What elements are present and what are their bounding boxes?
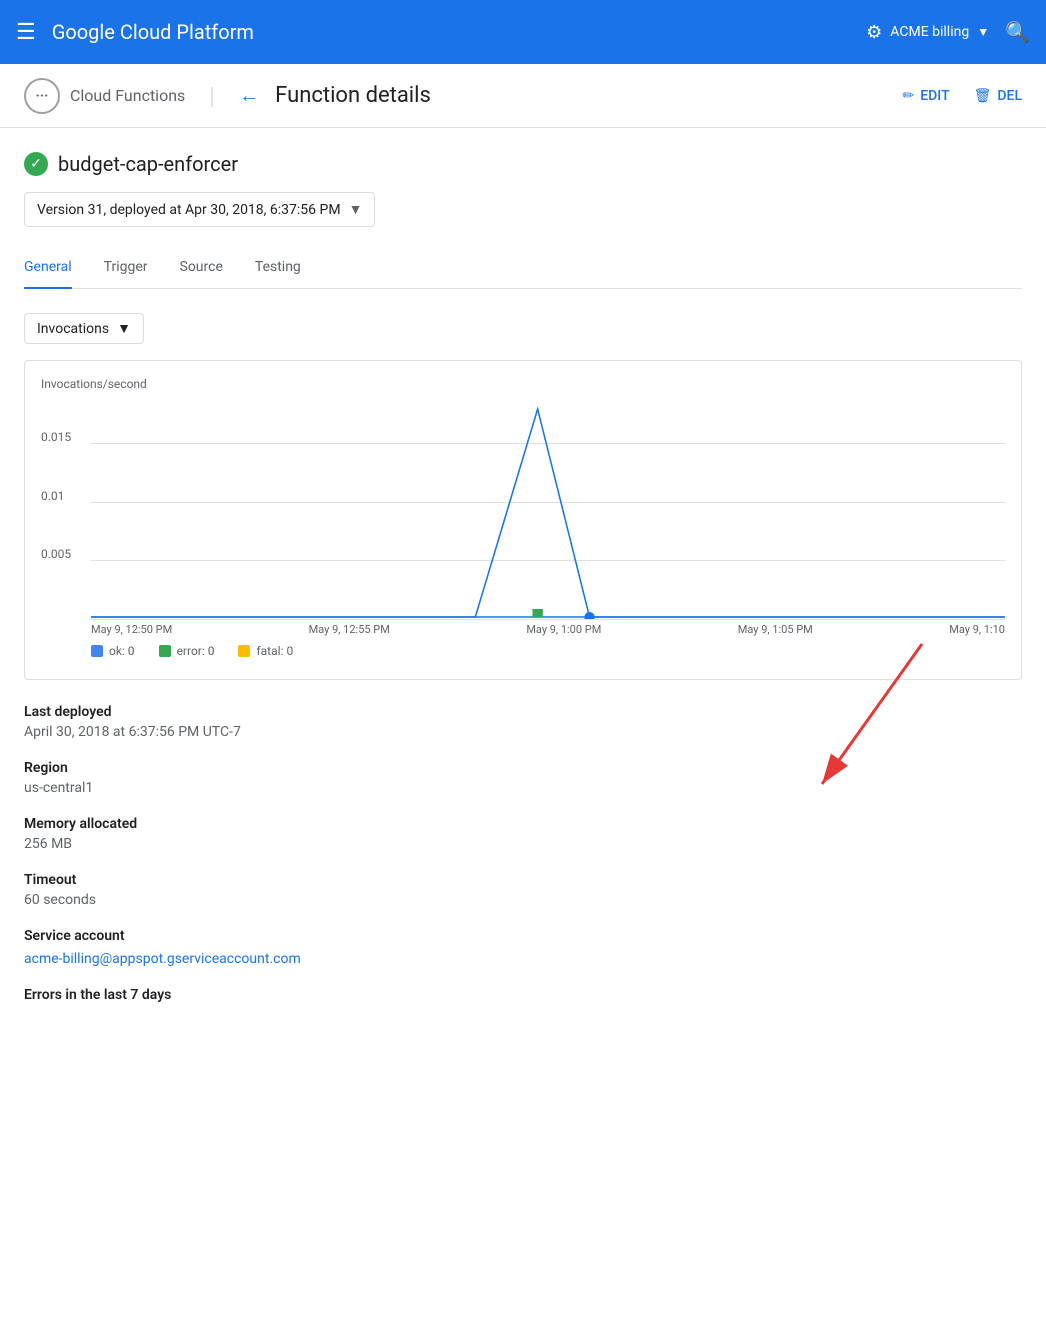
grid-line-0 [91, 619, 1005, 620]
edit-button[interactable]: ✏ EDIT [903, 88, 950, 104]
x-label-4: May 9, 1:05 PM [738, 623, 813, 636]
logo-icon: ··· [24, 78, 60, 114]
legend-fatal: fatal: 0 [238, 644, 293, 658]
x-label-3: May 9, 1:00 PM [526, 623, 601, 636]
service-account-item: Service account acme-billing@appspot.gse… [24, 928, 1022, 967]
tab-trigger[interactable]: Trigger [104, 247, 148, 289]
x-label-5: May 9, 1:10 [949, 623, 1005, 636]
breadcrumb-actions: ✏ EDIT 🗑 DEL [903, 88, 1022, 104]
last-deployed-item: Last deployed April 30, 2018 at 6:37:56 … [24, 704, 1022, 740]
chart-legend: ok: 0 error: 0 fatal: 0 [91, 644, 1005, 658]
metric-dropdown[interactable]: Invocations ▼ [24, 313, 144, 344]
legend-error-dot [159, 645, 171, 657]
edit-label: EDIT [920, 88, 949, 104]
chart-svg [91, 399, 1005, 619]
version-dropdown[interactable]: Version 31, deployed at Apr 30, 2018, 6:… [24, 192, 375, 227]
tab-general[interactable]: General [24, 247, 72, 289]
service-account-link[interactable]: acme-billing@appspot.gserviceaccount.com [24, 951, 301, 967]
grid-label-015: 0.015 [41, 430, 71, 444]
version-text: Version 31, deployed at Apr 30, 2018, 6:… [37, 202, 341, 218]
region-item: Region us-central1 [24, 760, 1022, 796]
service-name: Cloud Functions [70, 86, 185, 105]
errors-item: Errors in the last 7 days [24, 987, 1022, 1003]
delete-label: DEL [997, 88, 1022, 104]
memory-value: 256 MB [24, 836, 1022, 852]
breadcrumb-bar: ··· Cloud Functions | ← Function details… [0, 64, 1046, 128]
chart-area: 0.015 0.01 0.005 [91, 399, 1005, 619]
grid-label-005: 0.005 [41, 547, 71, 561]
memory-label: Memory allocated [24, 816, 1022, 832]
back-button[interactable]: ← [239, 83, 259, 108]
info-section: Last deployed April 30, 2018 at 6:37:56 … [24, 704, 1022, 1003]
timeout-item: Timeout 60 seconds [24, 872, 1022, 908]
service-logo: ··· Cloud Functions [24, 78, 185, 114]
legend-ok-label: ok: 0 [109, 644, 135, 658]
legend-ok-dot [91, 645, 103, 657]
x-label-2: May 9, 12:55 PM [309, 623, 390, 636]
service-account-label: Service account [24, 928, 1022, 944]
page-title: Function details [275, 83, 431, 108]
tab-testing[interactable]: Testing [255, 247, 301, 289]
chevron-down-icon: ▼ [977, 25, 989, 39]
timeout-label: Timeout [24, 872, 1022, 888]
region-value: us-central1 [24, 780, 1022, 796]
project-icon: ⚙ [866, 22, 882, 43]
legend-ok: ok: 0 [91, 644, 135, 658]
region-label: Region [24, 760, 1022, 776]
top-navigation: ☰ Google Cloud Platform ⚙ ACME billing ▼… [0, 0, 1046, 64]
memory-item: Memory allocated 256 MB [24, 816, 1022, 852]
grid-label-01: 0.01 [41, 489, 64, 503]
function-name: budget-cap-enforcer [58, 152, 238, 176]
status-indicator: ✓ [24, 152, 48, 176]
tabs-bar: General Trigger Source Testing [24, 247, 1022, 289]
x-label-1: May 9, 12:50 PM [91, 623, 172, 636]
legend-fatal-label: fatal: 0 [256, 644, 293, 658]
errors-label: Errors in the last 7 days [24, 987, 1022, 1003]
chart-container: Invocations/second 0.015 0.01 0.005 [24, 360, 1022, 680]
metric-chevron-icon: ▼ [117, 320, 131, 337]
hamburger-menu-icon[interactable]: ☰ [16, 20, 36, 45]
legend-fatal-dot [238, 645, 250, 657]
last-deployed-value: April 30, 2018 at 6:37:56 PM UTC-7 [24, 724, 1022, 740]
delete-icon: 🗑 [974, 88, 992, 104]
tab-source[interactable]: Source [180, 247, 223, 289]
chart-section: Invocations ▼ Invocations/second 0.015 0… [24, 313, 1022, 680]
project-selector[interactable]: ⚙ ACME billing ▼ [866, 22, 989, 43]
app-title: Google Cloud Platform [52, 20, 850, 44]
edit-icon: ✏ [903, 88, 915, 104]
metric-label: Invocations [37, 321, 109, 337]
x-axis-labels: May 9, 12:50 PM May 9, 12:55 PM May 9, 1… [91, 619, 1005, 636]
project-name: ACME billing [890, 24, 969, 40]
breadcrumb-divider: | [209, 82, 215, 110]
search-icon[interactable]: 🔍 [1005, 20, 1030, 44]
last-deployed-label: Last deployed [24, 704, 1022, 720]
function-name-row: ✓ budget-cap-enforcer [24, 152, 1022, 176]
y-axis-label: Invocations/second [41, 377, 1005, 391]
timeout-value: 60 seconds [24, 892, 1022, 908]
version-chevron-icon: ▼ [349, 201, 363, 218]
legend-error: error: 0 [159, 644, 215, 658]
legend-error-label: error: 0 [177, 644, 215, 658]
delete-button[interactable]: 🗑 DEL [974, 88, 1022, 104]
main-content: ✓ budget-cap-enforcer Version 31, deploy… [0, 128, 1046, 1003]
